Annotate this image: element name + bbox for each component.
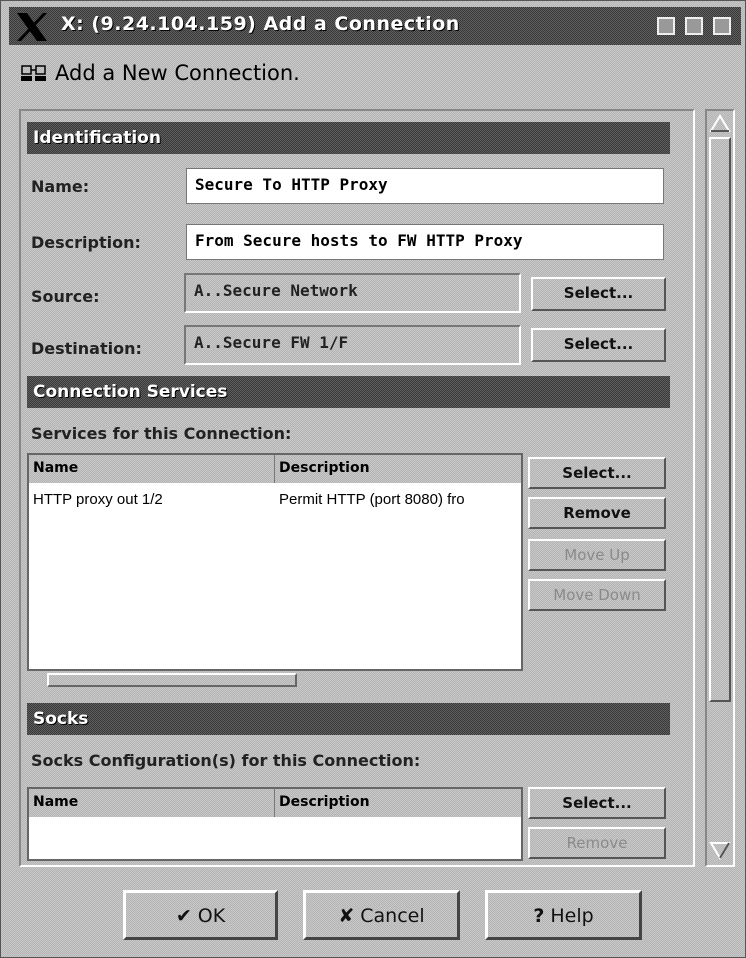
identification-header: Identification	[27, 122, 670, 154]
socks-sublabel: Socks Configuration(s) for this Connecti…	[31, 751, 421, 770]
ok-button[interactable]: ✔ OK	[123, 890, 278, 940]
ok-button-label: OK	[197, 905, 226, 927]
question-mark-icon: ?	[533, 905, 545, 927]
scroll-down-arrow-icon[interactable]	[709, 839, 731, 861]
socks-list-header: Name Description	[29, 789, 521, 817]
socks-header: Socks	[27, 703, 670, 735]
name-field[interactable]: Secure To HTTP Proxy	[186, 168, 664, 204]
minimize-button[interactable]	[657, 17, 675, 35]
column-header-name[interactable]: Name	[29, 455, 275, 483]
services-scroll-thumb[interactable]	[47, 673, 297, 687]
cancel-button-label: Cancel	[360, 905, 425, 927]
services-select-button[interactable]: Select...	[528, 457, 666, 489]
source-label: Source:	[31, 287, 100, 306]
services-list-header: Name Description	[29, 455, 521, 483]
destination-label: Destination:	[31, 339, 142, 358]
source-value: A..Secure Network	[184, 273, 521, 313]
cancel-button[interactable]: ✘ Cancel	[303, 890, 460, 940]
connection-services-header: Connection Services	[27, 376, 670, 408]
maximize-button[interactable]	[685, 17, 703, 35]
socks-remove-button[interactable]: Remove	[528, 827, 666, 859]
services-horizontal-scrollbar[interactable]	[27, 671, 523, 691]
destination-select-button[interactable]: Select...	[531, 328, 666, 362]
help-button[interactable]: ? Help	[485, 890, 642, 940]
close-window-button[interactable]	[713, 17, 731, 35]
socks-select-button[interactable]: Select...	[528, 787, 666, 819]
services-list[interactable]: Name Description HTTP proxy out 1/2 Perm…	[27, 453, 523, 671]
vertical-scroll-thumb[interactable]	[709, 137, 731, 702]
services-remove-button[interactable]: Remove	[528, 497, 666, 529]
description-label: Description:	[31, 233, 141, 252]
service-name-cell: HTTP proxy out 1/2	[33, 491, 163, 508]
vertical-scrollbar[interactable]	[705, 109, 735, 867]
checkmark-icon: ✔	[175, 905, 192, 927]
source-select-button[interactable]: Select...	[531, 277, 666, 311]
destination-value: A..Secure FW 1/F	[184, 325, 521, 365]
dialog-window: X: (9.24.104.159) Add a Connection Add a…	[0, 0, 746, 958]
socks-column-header-name[interactable]: Name	[29, 789, 275, 817]
table-row[interactable]: HTTP proxy out 1/2 Permit HTTP (port 808…	[29, 487, 521, 513]
socks-list[interactable]: Name Description	[27, 787, 523, 861]
scroll-up-arrow-icon[interactable]	[709, 113, 731, 135]
services-sublabel: Services for this Connection:	[31, 424, 292, 443]
description-field[interactable]: From Secure hosts to FW HTTP Proxy	[186, 224, 664, 260]
services-move-down-button[interactable]: Move Down	[528, 579, 666, 611]
help-button-label: Help	[550, 905, 594, 927]
services-move-up-button[interactable]: Move Up	[528, 539, 666, 571]
socks-column-header-description[interactable]: Description	[275, 789, 521, 817]
dialog-heading-text: Add a New Connection.	[55, 61, 300, 85]
service-description-cell: Permit HTTP (port 8080) fro	[279, 491, 465, 508]
network-computers-icon	[21, 65, 46, 81]
column-header-description[interactable]: Description	[275, 455, 521, 483]
name-label: Name:	[31, 177, 90, 196]
cancel-x-icon: ✘	[338, 905, 355, 927]
window-title: X: (9.24.104.159) Add a Connection	[61, 13, 460, 35]
title-bar[interactable]: X: (9.24.104.159) Add a Connection	[9, 7, 741, 45]
x-window-logo-icon[interactable]	[15, 11, 49, 43]
